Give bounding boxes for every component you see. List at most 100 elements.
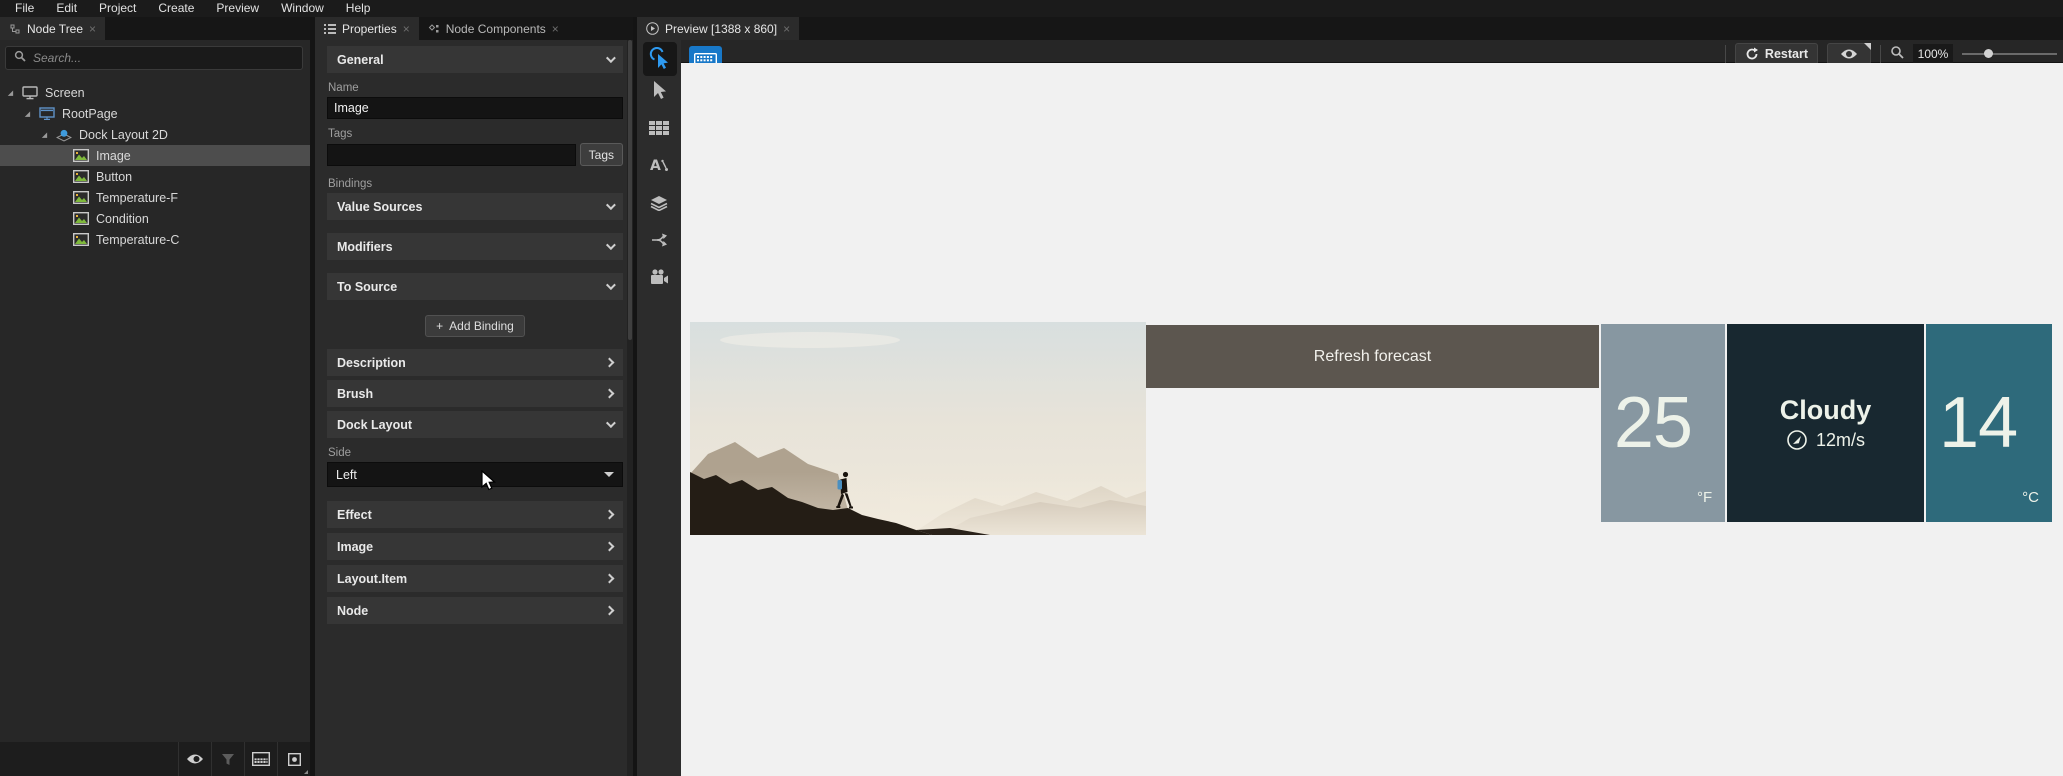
splitter[interactable] xyxy=(310,17,315,776)
preview-viewport[interactable]: Refresh forecast 25 °F Cloudy 12m/s 14 °… xyxy=(681,63,2063,776)
layers-tool-button[interactable] xyxy=(649,195,669,216)
image-node-icon xyxy=(73,191,89,204)
menu-help[interactable]: Help xyxy=(335,0,382,17)
section-brush-label: Brush xyxy=(337,386,374,401)
section-dock-layout[interactable]: Dock Layout xyxy=(327,411,623,438)
tab-node-components[interactable]: Node Components × xyxy=(419,17,568,40)
section-image[interactable]: Image xyxy=(327,533,623,560)
visibility-options-button[interactable] xyxy=(1827,43,1871,65)
expander-icon[interactable]: ◢ xyxy=(6,89,15,97)
section-dock-layout-label: Dock Layout xyxy=(337,417,413,432)
tree-item-temperature-f[interactable]: Temperature-F xyxy=(0,187,310,208)
tree-item-label: Button xyxy=(96,169,133,184)
wind-direction-icon xyxy=(1787,430,1807,450)
chevron-right-icon xyxy=(604,573,615,584)
section-to-source-label: To Source xyxy=(337,279,398,294)
menu-edit[interactable]: Edit xyxy=(45,0,88,17)
add-binding-label: Add Binding xyxy=(449,319,514,333)
section-node[interactable]: Node xyxy=(327,597,623,624)
tree-item-label: Screen xyxy=(45,85,85,100)
menu-preview[interactable]: Preview xyxy=(205,0,270,17)
node-tree: ◢ Screen ◢ RootPage ◢ Dock Layout 2D Ima… xyxy=(0,82,310,250)
visibility-toggle-button[interactable] xyxy=(178,742,211,776)
tab-node-tree-label: Node Tree xyxy=(27,21,84,36)
menu-create[interactable]: Create xyxy=(147,0,205,17)
page-icon xyxy=(39,107,55,120)
interact-tool-button[interactable] xyxy=(643,42,677,76)
menu-project[interactable]: Project xyxy=(88,0,147,17)
side-dropdown-value: Left xyxy=(336,467,357,482)
tab-node-tree[interactable]: Node Tree × xyxy=(0,17,106,40)
menu-file[interactable]: File xyxy=(4,0,45,17)
connections-tool-button[interactable] xyxy=(650,232,668,253)
zoom-slider-thumb[interactable] xyxy=(1984,49,1993,58)
tree-item-screen[interactable]: ◢ Screen xyxy=(0,82,310,103)
expander-icon[interactable]: ◢ xyxy=(40,131,49,139)
tree-item-dock-layout[interactable]: ◢ Dock Layout 2D xyxy=(0,124,310,145)
close-icon[interactable]: × xyxy=(552,23,559,35)
expander-icon[interactable]: ◢ xyxy=(23,110,32,118)
tree-item-condition[interactable]: Condition xyxy=(0,208,310,229)
text-tool-button[interactable]: A xyxy=(649,156,669,179)
tab-preview[interactable]: Preview [1388 x 860] × xyxy=(637,17,800,40)
image-node-icon xyxy=(73,233,89,246)
section-value-sources[interactable]: Value Sources xyxy=(327,193,623,220)
chevron-right-icon xyxy=(604,388,615,399)
section-brush[interactable]: Brush xyxy=(327,380,623,407)
chevron-right-icon xyxy=(604,509,615,520)
tags-button[interactable]: Tags xyxy=(579,143,623,166)
menu-bar: File Edit Project Create Preview Window … xyxy=(0,0,2063,17)
section-modifiers[interactable]: Modifiers xyxy=(327,233,623,260)
grid-filter-button[interactable] xyxy=(244,742,277,776)
close-icon[interactable]: × xyxy=(89,23,96,35)
properties-list-icon xyxy=(324,23,336,34)
tags-field[interactable] xyxy=(327,143,576,166)
refresh-forecast-button[interactable]: Refresh forecast xyxy=(1146,325,1599,388)
filter-button[interactable] xyxy=(211,742,244,776)
checkered-grid-icon xyxy=(252,752,270,766)
zoom-level-value[interactable]: 100% xyxy=(1913,44,1953,64)
zoom-slider[interactable] xyxy=(1962,44,2057,64)
search-icon xyxy=(14,49,26,67)
section-effect[interactable]: Effect xyxy=(327,501,623,528)
chevron-down-icon xyxy=(605,53,616,64)
tree-item-temperature-c[interactable]: Temperature-C xyxy=(0,229,310,250)
section-general[interactable]: General xyxy=(327,46,623,73)
tree-bottom-toolbar xyxy=(0,742,310,776)
tree-item-image[interactable]: Image xyxy=(0,145,310,166)
grid-tool-button[interactable] xyxy=(649,121,669,140)
search-box[interactable]: Search... xyxy=(5,46,303,70)
camera-tool-button[interactable] xyxy=(649,269,669,290)
condition-label: Cloudy xyxy=(1779,395,1872,425)
section-layout-item[interactable]: Layout.Item xyxy=(327,565,623,592)
bindings-label: Bindings xyxy=(328,178,373,190)
close-icon[interactable]: × xyxy=(403,23,410,35)
add-binding-button[interactable]: + Add Binding xyxy=(425,315,525,337)
tab-properties[interactable]: Properties × xyxy=(315,17,419,40)
tree-item-button[interactable]: Button xyxy=(0,166,310,187)
select-tool-button[interactable] xyxy=(650,80,668,105)
restart-icon xyxy=(1746,47,1758,60)
svg-text:A: A xyxy=(650,158,661,174)
chevron-right-icon xyxy=(604,357,615,368)
search-input[interactable]: Search... xyxy=(33,51,81,65)
section-modifiers-label: Modifiers xyxy=(337,239,393,254)
image-node-icon xyxy=(73,170,89,183)
dropdown-arrow-icon xyxy=(604,472,614,477)
menu-window[interactable]: Window xyxy=(270,0,335,17)
tree-item-label: Condition xyxy=(96,211,149,226)
close-icon[interactable]: × xyxy=(783,23,790,35)
eye-icon xyxy=(187,754,203,764)
section-to-source[interactable]: To Source xyxy=(327,273,623,300)
temperature-f-unit: °F xyxy=(1696,489,1713,506)
side-dropdown[interactable]: Left xyxy=(327,462,623,487)
splitter[interactable] xyxy=(633,17,637,776)
tree-item-label: Temperature-C xyxy=(96,232,180,247)
tree-item-rootpage[interactable]: ◢ RootPage xyxy=(0,103,310,124)
restart-button[interactable]: Restart xyxy=(1734,43,1818,65)
name-field[interactable] xyxy=(327,97,623,119)
temperature-f-value: 25 xyxy=(1613,383,1693,463)
node-tree-icon xyxy=(9,23,21,35)
display-mode-button[interactable] xyxy=(277,742,310,776)
section-description[interactable]: Description xyxy=(327,349,623,376)
